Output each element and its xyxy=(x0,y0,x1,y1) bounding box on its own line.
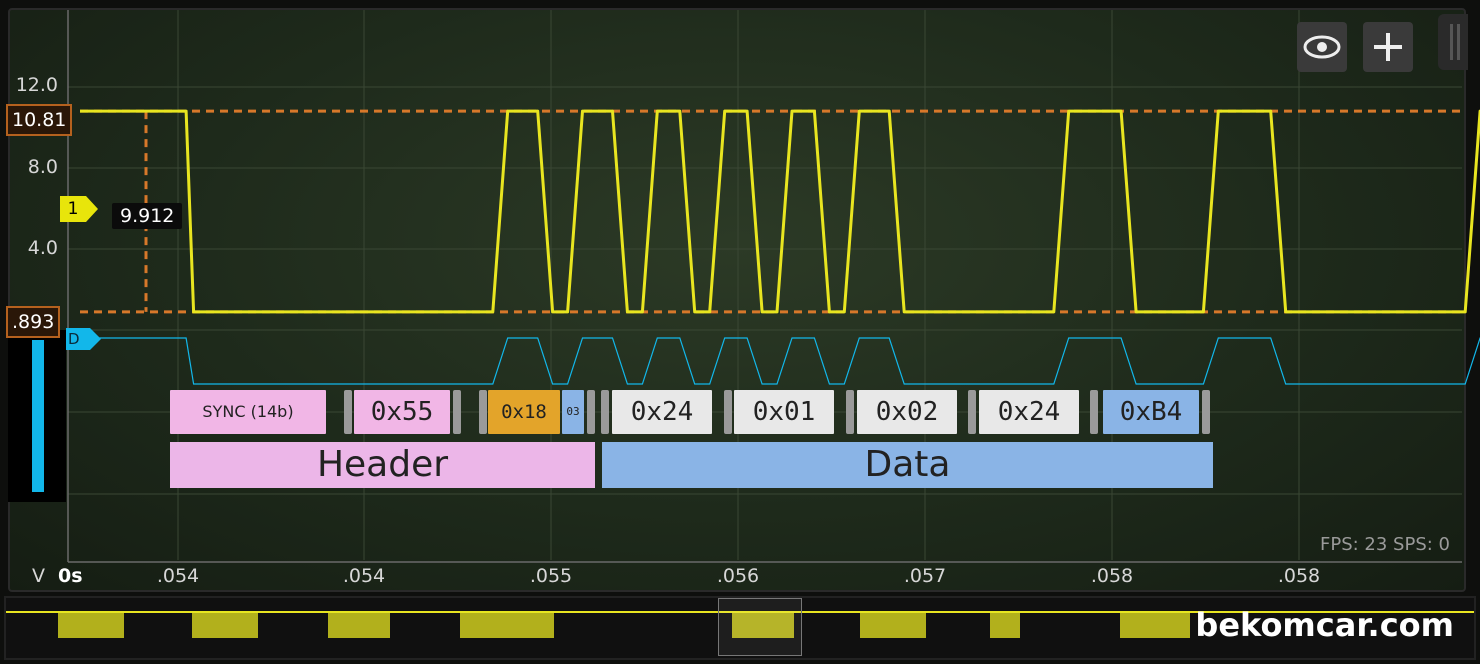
byte-separator xyxy=(1202,390,1210,434)
overview-burst xyxy=(990,612,1020,638)
x-tick: .057 xyxy=(903,565,947,587)
signal-trace-1 xyxy=(80,109,1480,314)
byte-separator xyxy=(479,390,487,434)
eye-icon xyxy=(1303,35,1341,59)
side-drawer-handle[interactable] xyxy=(1438,14,1468,70)
fps-status: FPS: 23 SPS: 0 xyxy=(1320,534,1450,555)
waveform-plot[interactable] xyxy=(0,0,1480,600)
y-tick-4: 4.0 xyxy=(27,237,58,259)
x-tick: .054 xyxy=(342,565,386,587)
analog-trace xyxy=(80,109,1480,314)
y-tick-12: 12.0 xyxy=(15,74,58,96)
watermark: bekomcar.com xyxy=(1195,606,1454,644)
decode-byte[interactable]: 0x24 xyxy=(612,390,712,434)
overview-burst xyxy=(860,612,926,638)
byte-separator xyxy=(453,390,461,434)
byte-separator xyxy=(1090,390,1098,434)
channel-1-marker[interactable]: 1 xyxy=(60,196,98,222)
unit-label: V xyxy=(32,565,45,587)
lower-cursor-marker[interactable]: .893 xyxy=(6,306,61,338)
decode-byte[interactable]: 0x24 xyxy=(979,390,1079,434)
digital-trace-line xyxy=(80,337,1480,385)
overview-viewport-window[interactable] xyxy=(718,598,802,656)
byte-separator xyxy=(724,390,732,434)
decode-group-data[interactable]: Data xyxy=(602,442,1213,488)
x-tick: .058 xyxy=(1277,565,1321,587)
x-tick: .055 xyxy=(529,565,573,587)
byte-separator xyxy=(344,390,352,434)
decode-byte[interactable]: 0x18 xyxy=(488,390,560,434)
add-channel-button[interactable] xyxy=(1363,22,1413,72)
decode-byte[interactable]: 03 xyxy=(562,390,584,434)
decode-sync[interactable]: SYNC (14b) xyxy=(170,390,326,434)
x-tick: .056 xyxy=(716,565,760,587)
byte-separator xyxy=(587,390,595,434)
byte-separator xyxy=(968,390,976,434)
digital-trace xyxy=(80,337,1480,385)
byte-separator xyxy=(846,390,854,434)
plus-icon xyxy=(1374,33,1402,61)
oscilloscope-window: 12.0 8.0 4.0 10.81 .893 1 D 9.912 SYNC (… xyxy=(0,0,1480,664)
byte-separator xyxy=(601,390,609,434)
drawer-grip-icon xyxy=(1450,24,1460,60)
overview-burst xyxy=(58,612,124,638)
overview-burst xyxy=(192,612,258,638)
y-tick-8: 8.0 xyxy=(27,156,58,178)
overview-burst xyxy=(328,612,390,638)
decode-byte[interactable]: 0x01 xyxy=(734,390,834,434)
digital-channel-marker[interactable]: D xyxy=(66,328,101,350)
overview-burst xyxy=(1120,612,1190,638)
x-tick: .054 xyxy=(156,565,200,587)
cursor-readout: 9.912 xyxy=(112,203,183,229)
overview-burst xyxy=(460,612,554,638)
x-tick: .058 xyxy=(1090,565,1134,587)
decode-byte[interactable]: 0xB4 xyxy=(1103,390,1199,434)
cursor-lines xyxy=(80,109,1462,314)
decode-byte[interactable]: 0x55 xyxy=(354,390,450,434)
decode-group-header[interactable]: Header xyxy=(170,442,595,488)
decode-byte[interactable]: 0x02 xyxy=(857,390,957,434)
upper-cursor-marker[interactable]: 10.81 xyxy=(6,104,73,136)
time-origin-label: 0s xyxy=(58,565,83,587)
visibility-button[interactable] xyxy=(1297,22,1347,72)
